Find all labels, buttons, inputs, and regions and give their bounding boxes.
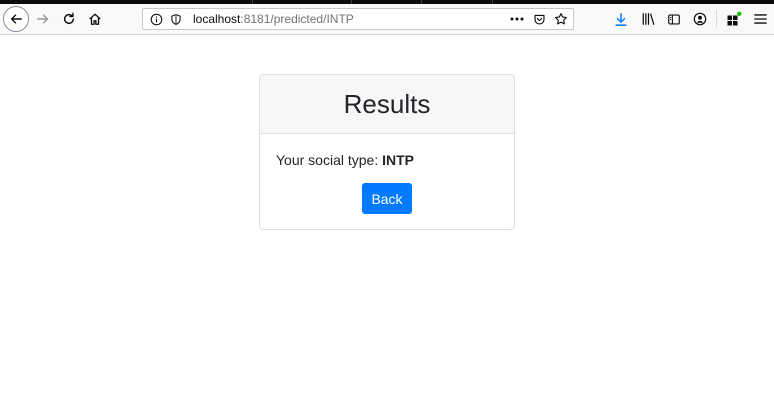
menu-button[interactable] [748, 7, 772, 31]
card-body: Your social type: INTP Back [260, 134, 514, 214]
social-type-value: INTP [382, 152, 414, 168]
library-icon [642, 13, 654, 25]
hamburger-menu-icon [753, 14, 767, 24]
star-icon[interactable] [553, 11, 569, 27]
forward-button[interactable] [31, 7, 55, 31]
library-button[interactable] [636, 7, 660, 31]
result-label: Your social type: [276, 152, 383, 168]
address-bar[interactable]: localhost:8181/predicted/INTP [142, 8, 574, 30]
home-button[interactable] [83, 7, 107, 31]
more-dots-icon[interactable] [509, 11, 525, 27]
downloads-button[interactable] [609, 7, 633, 31]
url-host: localhost [193, 12, 241, 26]
reload-icon [63, 12, 75, 25]
info-icon[interactable] [148, 11, 164, 27]
url-text[interactable]: localhost:8181/predicted/INTP [193, 12, 354, 26]
results-card: Results Your social type: INTP Back [259, 74, 515, 230]
back-button[interactable] [3, 6, 29, 32]
card-header: Results [260, 75, 514, 134]
arrow-left-icon [10, 14, 22, 24]
url-path: :8181/predicted/INTP [240, 12, 354, 26]
account-button[interactable] [688, 7, 712, 31]
account-icon [693, 12, 707, 26]
back-link-button[interactable]: Back [362, 183, 412, 214]
home-icon [89, 13, 101, 25]
browser-toolbar: localhost:8181/predicted/INTP [0, 4, 774, 35]
download-icon [615, 12, 627, 26]
result-line: Your social type: INTP [276, 152, 498, 168]
card-title: Results [343, 88, 431, 119]
reload-button[interactable] [57, 7, 81, 31]
arrow-right-icon [37, 14, 49, 24]
extensions-button[interactable] [722, 7, 746, 31]
toolbar-separator [716, 10, 717, 28]
sidebar-icon [668, 13, 680, 25]
extensions-icon [727, 11, 742, 26]
sidebar-button[interactable] [662, 7, 686, 31]
shield-icon[interactable] [168, 11, 184, 27]
pocket-icon[interactable] [531, 11, 547, 27]
